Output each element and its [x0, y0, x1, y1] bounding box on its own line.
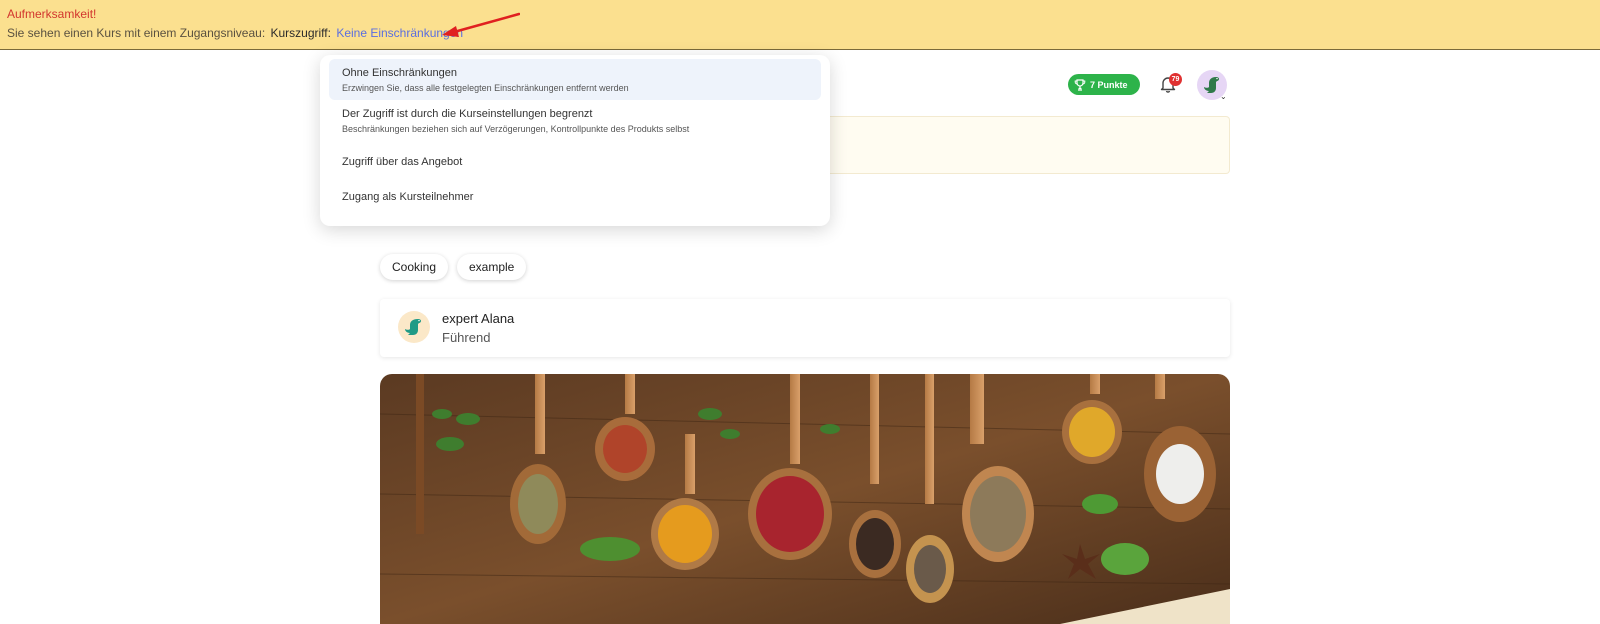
dropdown-item-title: Ohne Einschränkungen	[342, 67, 457, 79]
dropdown-item-title: Der Zugriff ist durch die Kurseinstellun…	[342, 108, 593, 120]
notice-box	[826, 116, 1230, 174]
dropdown-item-subtitle: Erzwingen Sie, dass alle festgelegten Ei…	[342, 83, 629, 93]
dropdown-item-title: Zugang als Kursteilnehmer	[342, 191, 474, 203]
points-badge[interactable]: 7 Punkte	[1068, 74, 1140, 95]
access-level-dropdown: Ohne Einschränkungen Erzwingen Sie, dass…	[320, 55, 830, 226]
arrow-annotation-icon	[442, 12, 520, 37]
dropdown-item-subtitle: Beschränkungen beziehen sich auf Verzöge…	[342, 124, 690, 134]
dinosaur-avatar-icon	[405, 319, 421, 335]
trophy-icon	[1074, 78, 1086, 91]
course-cover-image	[380, 374, 1230, 624]
banner-text: Sie sehen einen Kurs mit einem Zugangsni…	[7, 26, 266, 40]
banner-line: Sie sehen einen Kurs mit einem Zugangsni…	[7, 26, 463, 40]
notification-count-badge: 79	[1169, 73, 1182, 86]
banner-title: Aufmerksamkeit!	[7, 7, 97, 21]
tag-cooking[interactable]: Cooking	[380, 254, 449, 280]
dropdown-item-title: Zugriff über das Angebot	[342, 156, 463, 168]
author-avatar	[398, 311, 430, 343]
course-access-label: Kurszugriff:	[270, 26, 331, 40]
author-role: Führend	[442, 330, 491, 345]
tag-example[interactable]: example	[457, 254, 527, 280]
dropdown-item-offer-access[interactable]: Zugriff über das Angebot	[329, 147, 821, 179]
spices-illustration	[380, 374, 1230, 624]
points-label: 7 Punkte	[1090, 79, 1128, 90]
author-name: expert Alana	[442, 311, 515, 326]
access-level-banner: Aufmerksamkeit! Sie sehen einen Kurs mit…	[0, 0, 1600, 50]
chevron-down-icon[interactable]: ⌄	[1220, 92, 1227, 101]
author-card[interactable]: expert Alana Führend	[380, 299, 1230, 357]
dropdown-item-no-restrictions[interactable]: Ohne Einschränkungen Erzwingen Sie, dass…	[329, 59, 821, 100]
dropdown-item-participant-access[interactable]: Zugang als Kursteilnehmer	[329, 183, 821, 215]
dropdown-item-course-settings[interactable]: Der Zugriff ist durch die Kurseinstellun…	[329, 102, 821, 143]
